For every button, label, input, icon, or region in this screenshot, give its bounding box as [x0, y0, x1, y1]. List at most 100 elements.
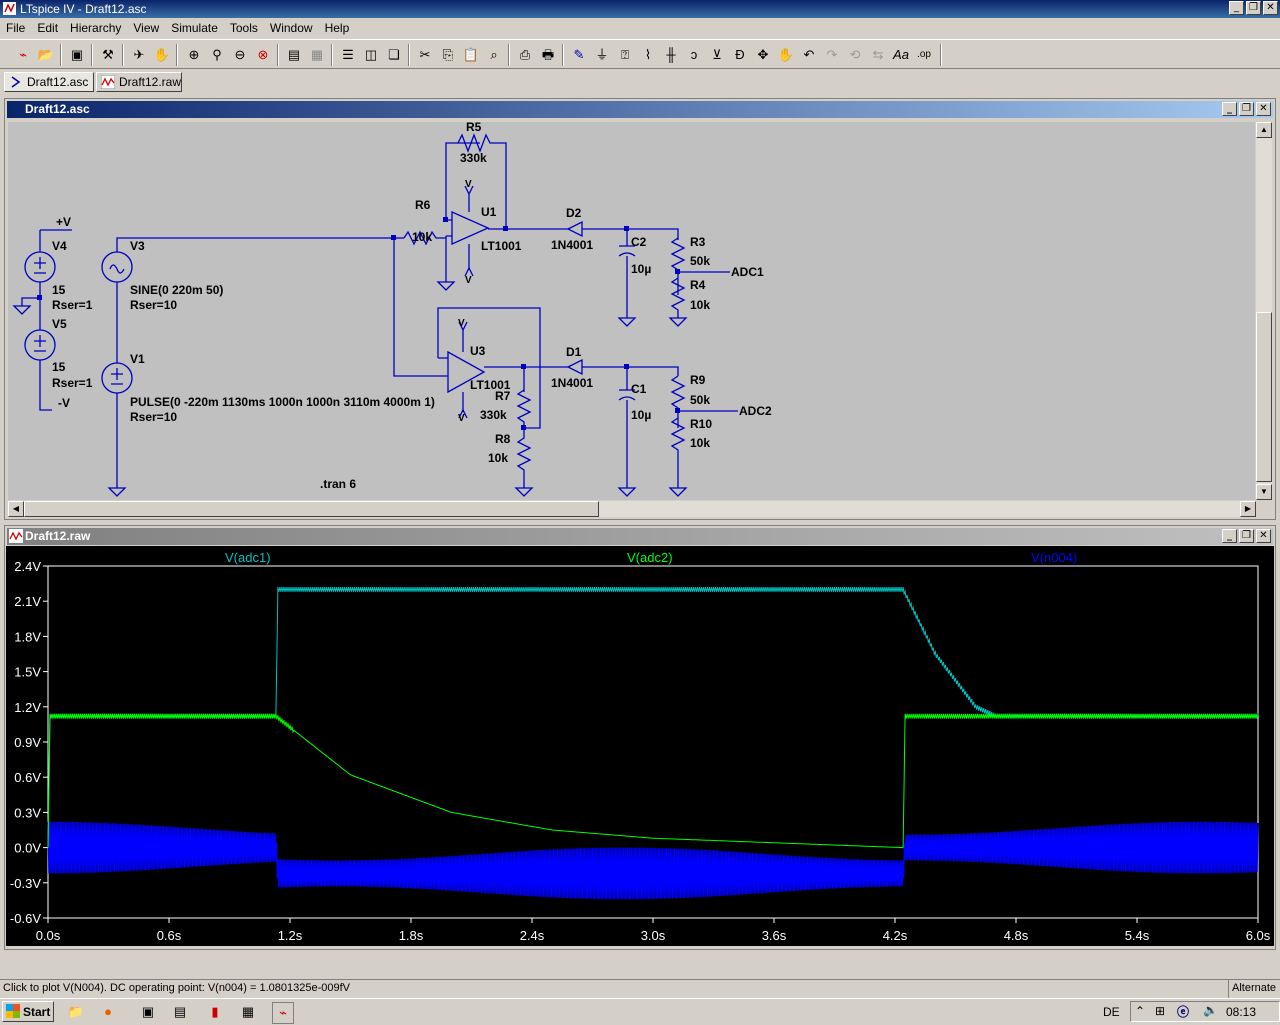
- save-icon[interactable]: ▣: [68, 46, 86, 64]
- text-icon[interactable]: Aa: [892, 46, 910, 64]
- pan-icon[interactable]: ⚲: [208, 46, 226, 64]
- legend-vn004[interactable]: V(n004): [1031, 550, 1077, 565]
- new-schematic-icon[interactable]: ⌁: [14, 46, 32, 64]
- calculator-icon[interactable]: ▦: [238, 1002, 258, 1022]
- label-v1: V1: [130, 352, 145, 366]
- ground-icon[interactable]: ⏚: [593, 46, 611, 64]
- component-icon[interactable]: Ð: [731, 46, 749, 64]
- menu-file[interactable]: File: [0, 21, 31, 35]
- scroll-up-arrow-icon[interactable]: ▲: [1256, 122, 1272, 138]
- mirror-icon[interactable]: ⇆: [869, 46, 887, 64]
- schematic-maximize-button[interactable]: ❐: [1239, 102, 1254, 116]
- speaker-icon[interactable]: 🔈: [1203, 1003, 1218, 1017]
- zoom-out-icon[interactable]: ⊖: [231, 46, 249, 64]
- halt-icon[interactable]: ✋: [153, 46, 171, 64]
- find-icon[interactable]: ⌕: [485, 46, 503, 64]
- schematic-minimize-button[interactable]: _: [1222, 102, 1237, 116]
- schematic-title-bar: Draft12.asc _ ❐ ✕: [7, 101, 1273, 118]
- menu-help[interactable]: Help: [319, 21, 356, 35]
- menu-tools[interactable]: Tools: [224, 21, 264, 35]
- wire-icon[interactable]: ✎: [570, 46, 588, 64]
- y-tick-label: 0.6V: [14, 770, 41, 785]
- explorer-icon[interactable]: 📁: [66, 1002, 86, 1022]
- scroll-down-arrow-icon[interactable]: ▼: [1256, 484, 1272, 500]
- tab-draft12-raw[interactable]: Draft12.raw: [96, 72, 182, 92]
- print-icon[interactable]: 🖶: [539, 46, 557, 64]
- x-tick-label: 2.4s: [520, 928, 545, 943]
- label-r6-value: 10k: [412, 230, 432, 244]
- scroll-thumb[interactable]: [1256, 312, 1272, 482]
- menu-simulate[interactable]: Simulate: [165, 21, 224, 35]
- document-icon[interactable]: ▤: [170, 1002, 190, 1022]
- redo-icon[interactable]: ↷: [823, 46, 841, 64]
- schematic-vertical-scrollbar[interactable]: ▲ ▼: [1256, 122, 1272, 500]
- menu-view[interactable]: View: [127, 21, 165, 35]
- label-neg-v: -V: [58, 396, 70, 410]
- ltspice-taskbar-icon[interactable]: ⌁: [272, 1002, 294, 1024]
- tile-vertical-icon[interactable]: ◫: [362, 46, 380, 64]
- waveform-plot[interactable]: V(adc1) V(adc2) V(n004) 2.4V 2.1V 1.8V 1.5V…: [6, 546, 1274, 946]
- maximize-button[interactable]: ❐: [1246, 1, 1261, 15]
- firefox-icon[interactable]: ●: [98, 1002, 118, 1022]
- print-setup-icon[interactable]: ⎙: [516, 46, 534, 64]
- autorange-icon[interactable]: ▤: [285, 46, 303, 64]
- y-tick-label: 1.8V: [14, 629, 41, 644]
- menu-hierarchy[interactable]: Hierarchy: [64, 21, 127, 35]
- label-r4-value: 10k: [690, 298, 710, 312]
- minimize-button[interactable]: _: [1229, 1, 1244, 15]
- language-indicator[interactable]: DE: [1103, 1005, 1120, 1019]
- legend-vadc1[interactable]: V(adc1): [225, 550, 271, 565]
- x-tick-label: 4.8s: [1004, 928, 1029, 943]
- waveform-close-button[interactable]: ✕: [1256, 529, 1271, 543]
- network-icon[interactable]: ⊞: [1155, 1004, 1165, 1018]
- control-panel-icon[interactable]: ⚒: [99, 46, 117, 64]
- menu-window[interactable]: Window: [264, 21, 319, 35]
- move-icon[interactable]: ✥: [754, 46, 772, 64]
- pdf-icon[interactable]: ▮: [205, 1002, 225, 1022]
- diode-icon[interactable]: ⊻: [708, 46, 726, 64]
- start-button[interactable]: Start: [2, 1001, 54, 1022]
- zoom-in-icon[interactable]: ⊕: [185, 46, 203, 64]
- x-tick-label: 6.0s: [1246, 928, 1271, 943]
- zoom-fit-icon[interactable]: ⊗: [254, 46, 272, 64]
- label-d1-model: 1N4001: [551, 376, 593, 390]
- tab-draft12-asc[interactable]: Draft12.asc: [4, 72, 94, 92]
- cascade-icon[interactable]: ❏: [385, 46, 403, 64]
- spice-directive-icon[interactable]: .op: [915, 46, 933, 64]
- close-button[interactable]: ✕: [1263, 1, 1278, 15]
- y-tick-label: -0.6V: [10, 911, 41, 926]
- resistor-icon[interactable]: ⌇: [639, 46, 657, 64]
- undo-icon[interactable]: ↶: [800, 46, 818, 64]
- label-c1: C1: [631, 382, 647, 396]
- rotate-icon[interactable]: ⟲: [846, 46, 864, 64]
- capacitor-icon[interactable]: ╫: [662, 46, 680, 64]
- schematic-canvas[interactable]: R5 330k R6 10k V U1 LT1001 V D2 1N4001 C…: [8, 122, 1255, 500]
- copy-icon[interactable]: ⎘: [439, 46, 457, 64]
- inductor-icon[interactable]: ↄ: [685, 46, 703, 64]
- open-icon[interactable]: 📂: [37, 46, 55, 64]
- schematic-horizontal-scrollbar[interactable]: ◀ ▶: [8, 501, 1256, 517]
- tray-expand-icon[interactable]: ⌃: [1135, 1004, 1145, 1018]
- waveform-maximize-button[interactable]: ❐: [1239, 529, 1254, 543]
- paste-icon[interactable]: 📋: [462, 46, 480, 64]
- label-v5-rser: Rser=1: [52, 376, 93, 390]
- ie-icon[interactable]: ⓔ: [1177, 1003, 1189, 1020]
- label-net-icon[interactable]: ⍰: [616, 46, 634, 64]
- drag-icon[interactable]: ✋: [777, 46, 795, 64]
- menu-edit[interactable]: Edit: [31, 21, 64, 35]
- scroll-left-arrow-icon[interactable]: ◀: [8, 501, 24, 517]
- label-r5: R5: [466, 122, 482, 134]
- scroll-right-arrow-icon[interactable]: ▶: [1240, 501, 1256, 517]
- hscroll-thumb[interactable]: [24, 501, 599, 517]
- tile-horizontal-icon[interactable]: ☰: [339, 46, 357, 64]
- waveform-minimize-button[interactable]: _: [1222, 529, 1237, 543]
- label-d2: D2: [566, 206, 582, 220]
- fft-icon[interactable]: ▦: [308, 46, 326, 64]
- schematic-close-button[interactable]: ✕: [1256, 102, 1271, 116]
- label-u3: U3: [470, 344, 486, 358]
- legend-vadc2[interactable]: V(adc2): [627, 550, 673, 565]
- run-icon[interactable]: ✈: [130, 46, 148, 64]
- terminal-icon[interactable]: ▣: [138, 1002, 158, 1022]
- cut-icon[interactable]: ✂: [416, 46, 434, 64]
- x-tick-label: 4.2s: [883, 928, 908, 943]
